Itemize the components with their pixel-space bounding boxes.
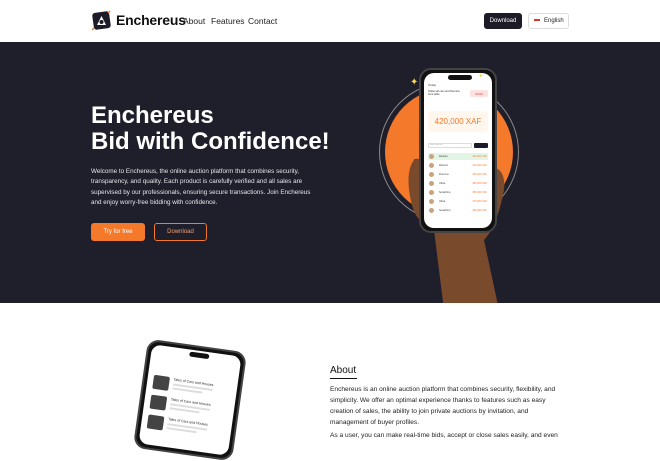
phone-price: 420,000 XAF	[434, 117, 482, 126]
bid-row: Roberto 410,000 XAF	[428, 162, 488, 169]
bid-amount: 360,000 XAF	[472, 209, 487, 212]
about-paragraph-2: As a user, you can make real-time bids, …	[330, 432, 558, 439]
try-free-button[interactable]: Try for free	[91, 223, 145, 241]
nav-link-contact[interactable]: Contact	[248, 16, 277, 26]
nav-download-button[interactable]: Download	[484, 13, 522, 29]
sparkle-icon: ✦	[410, 77, 419, 88]
about-phone-notch	[189, 351, 210, 360]
bid-row: Olivia 370,000 XAF	[428, 198, 488, 205]
avatar	[429, 190, 434, 195]
phone-header: Today	[428, 83, 437, 87]
bid-row: Seraphina 380,000 XAF	[428, 189, 488, 196]
about-heading-underline	[330, 378, 357, 379]
bid-row: Olivia 390,000 XAF	[428, 180, 488, 187]
avatar	[429, 199, 434, 204]
about-heading: About	[330, 365, 357, 376]
phone-bid-input[interactable]: Enter amount	[428, 143, 472, 148]
bid-amount: 370,000 XAF	[472, 200, 487, 203]
bidder-name: Seraphina	[439, 209, 451, 212]
hero-title-line1: Enchereus	[91, 102, 214, 129]
bidder-name: Roberto	[439, 164, 448, 167]
phone-bid-button[interactable]	[474, 143, 488, 148]
hero-section: Enchereus Bid with Confidence! Welcome t…	[0, 42, 660, 303]
sparkle-icon: ✦	[478, 73, 484, 80]
language-selector[interactable]: English	[528, 13, 569, 29]
hero-download-button[interactable]: Download	[154, 223, 207, 241]
brand-logo-icon[interactable]	[91, 10, 112, 31]
bid-row: Daniela 420,000 XAF	[428, 153, 488, 160]
hero-phone-mockup: Today Tables all cars and Reorium front …	[419, 68, 497, 233]
bid-amount: 400,000 XAF	[472, 173, 487, 176]
about-paragraph-1: Enchereus is an online auction platform …	[330, 386, 556, 426]
bid-amount: 390,000 XAF	[472, 182, 487, 185]
flag-icon	[534, 19, 540, 23]
hero-title-line2: Bid with Confidence!	[91, 128, 330, 155]
bid-amount: 420,000 XAF	[472, 155, 487, 158]
phone-screen: Today Tables all cars and Reorium front …	[424, 73, 492, 228]
language-label: English	[544, 18, 564, 24]
avatar	[429, 172, 434, 177]
phone-price-box: 420,000 XAF	[428, 111, 488, 132]
bidder-name: Florence	[439, 173, 449, 176]
listing-thumbnail	[146, 414, 165, 431]
about-phone-screen: Tales of Cars and Houses Tales of Cars an…	[138, 344, 242, 456]
avatar	[429, 208, 434, 213]
bid-amount: 410,000 XAF	[472, 164, 487, 167]
phone-notch	[448, 75, 472, 80]
nav-link-about[interactable]: About	[183, 16, 205, 26]
avatar	[429, 154, 434, 159]
bidder-name: Olivia	[439, 200, 446, 203]
bid-amount: 380,000 XAF	[472, 191, 487, 194]
bid-row: Seraphina 360,000 XAF	[428, 207, 488, 214]
listing-thumbnail	[152, 374, 171, 391]
avatar	[429, 163, 434, 168]
brand-name[interactable]: Enchereus	[116, 12, 186, 28]
phone-item-title: Tables all cars and Reorium front table	[428, 90, 461, 97]
navbar: Enchereus About Features Contact Downloa…	[0, 0, 660, 42]
bid-row: Florence 400,000 XAF	[428, 171, 488, 178]
bidder-name: Olivia	[439, 182, 446, 185]
listing-thumbnail	[149, 394, 168, 411]
hero-description: Welcome to Enchereus, the online auction…	[91, 168, 311, 206]
avatar	[429, 181, 434, 186]
nav-link-features[interactable]: Features	[211, 16, 245, 26]
about-phone-mockup: Tales of Cars and Houses Tales of Cars an…	[132, 338, 248, 461]
phone-timer-badge: 00:00	[470, 90, 488, 97]
bidder-name: Seraphina	[439, 191, 451, 194]
bidder-name: Daniela	[439, 155, 448, 158]
